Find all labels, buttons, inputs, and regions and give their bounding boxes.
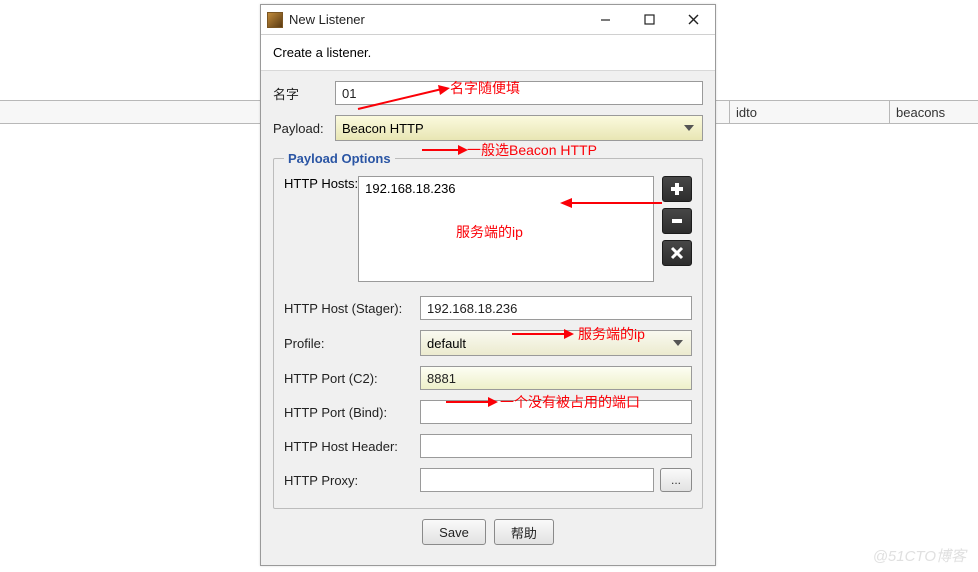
host-header-label: HTTP Host Header: [284, 439, 420, 454]
maximize-button[interactable] [627, 5, 671, 34]
titlebar: New Listener [261, 5, 715, 35]
help-button[interactable]: 帮助 [494, 519, 554, 545]
port-c2-label: HTTP Port (C2): [284, 371, 420, 386]
chevron-down-icon [669, 334, 687, 352]
port-bind-label: HTTP Port (Bind): [284, 405, 420, 420]
save-button[interactable]: Save [422, 519, 486, 545]
profile-label: Profile: [284, 336, 420, 351]
form-body: 名字 Payload: Beacon HTTP Payload Options … [261, 71, 715, 555]
profile-combo[interactable]: default [420, 330, 692, 356]
options-legend: Payload Options [284, 151, 395, 166]
watermark: @51CTO博客 [873, 545, 966, 566]
new-listener-dialog: New Listener Create a listener. 名字 Paylo… [260, 4, 716, 566]
remove-host-button[interactable] [662, 208, 692, 234]
payload-row: Payload: Beacon HTTP [273, 115, 703, 141]
payload-options-fieldset: Payload Options HTTP Hosts: 192.168.18.2… [273, 151, 703, 509]
proxy-input[interactable] [420, 468, 654, 492]
host-stager-label: HTTP Host (Stager): [284, 301, 420, 316]
proxy-browse-button[interactable]: ... [660, 468, 692, 492]
name-input[interactable] [335, 81, 703, 105]
http-host-entry: 192.168.18.236 [365, 181, 647, 196]
http-hosts-list[interactable]: 192.168.18.236 [358, 176, 654, 282]
host-stager-input[interactable] [420, 296, 692, 320]
proxy-row: HTTP Proxy: ... [284, 468, 692, 492]
host-stager-row: HTTP Host (Stager): [284, 296, 692, 320]
window-controls [583, 5, 715, 34]
http-hosts-row: HTTP Hosts: 192.168.18.236 [284, 176, 692, 282]
http-hosts-label: HTTP Hosts: [284, 176, 358, 191]
hosts-buttons [662, 176, 692, 266]
bg-column-idto: idto [730, 101, 890, 123]
profile-row: Profile: default [284, 330, 692, 356]
name-row: 名字 [273, 81, 703, 105]
proxy-label: HTTP Proxy: [284, 473, 420, 488]
name-label: 名字 [273, 84, 335, 103]
payload-value: Beacon HTTP [342, 121, 424, 136]
minimize-button[interactable] [583, 5, 627, 34]
bg-column-beacons: beacons [890, 101, 978, 123]
host-header-row: HTTP Host Header: [284, 434, 692, 458]
port-bind-row: HTTP Port (Bind): [284, 400, 692, 424]
host-header-input[interactable] [420, 434, 692, 458]
app-icon [267, 12, 283, 28]
port-bind-input[interactable] [420, 400, 692, 424]
window-title: New Listener [289, 12, 583, 27]
add-host-button[interactable] [662, 176, 692, 202]
port-c2-input[interactable] [420, 366, 692, 390]
close-button[interactable] [671, 5, 715, 34]
clear-hosts-button[interactable] [662, 240, 692, 266]
profile-value: default [427, 336, 466, 351]
payload-combo[interactable]: Beacon HTTP [335, 115, 703, 141]
port-c2-row: HTTP Port (C2): [284, 366, 692, 390]
dialog-footer: Save 帮助 [273, 509, 703, 545]
payload-label: Payload: [273, 121, 335, 136]
dialog-subheader: Create a listener. [261, 35, 715, 71]
chevron-down-icon [680, 119, 698, 137]
